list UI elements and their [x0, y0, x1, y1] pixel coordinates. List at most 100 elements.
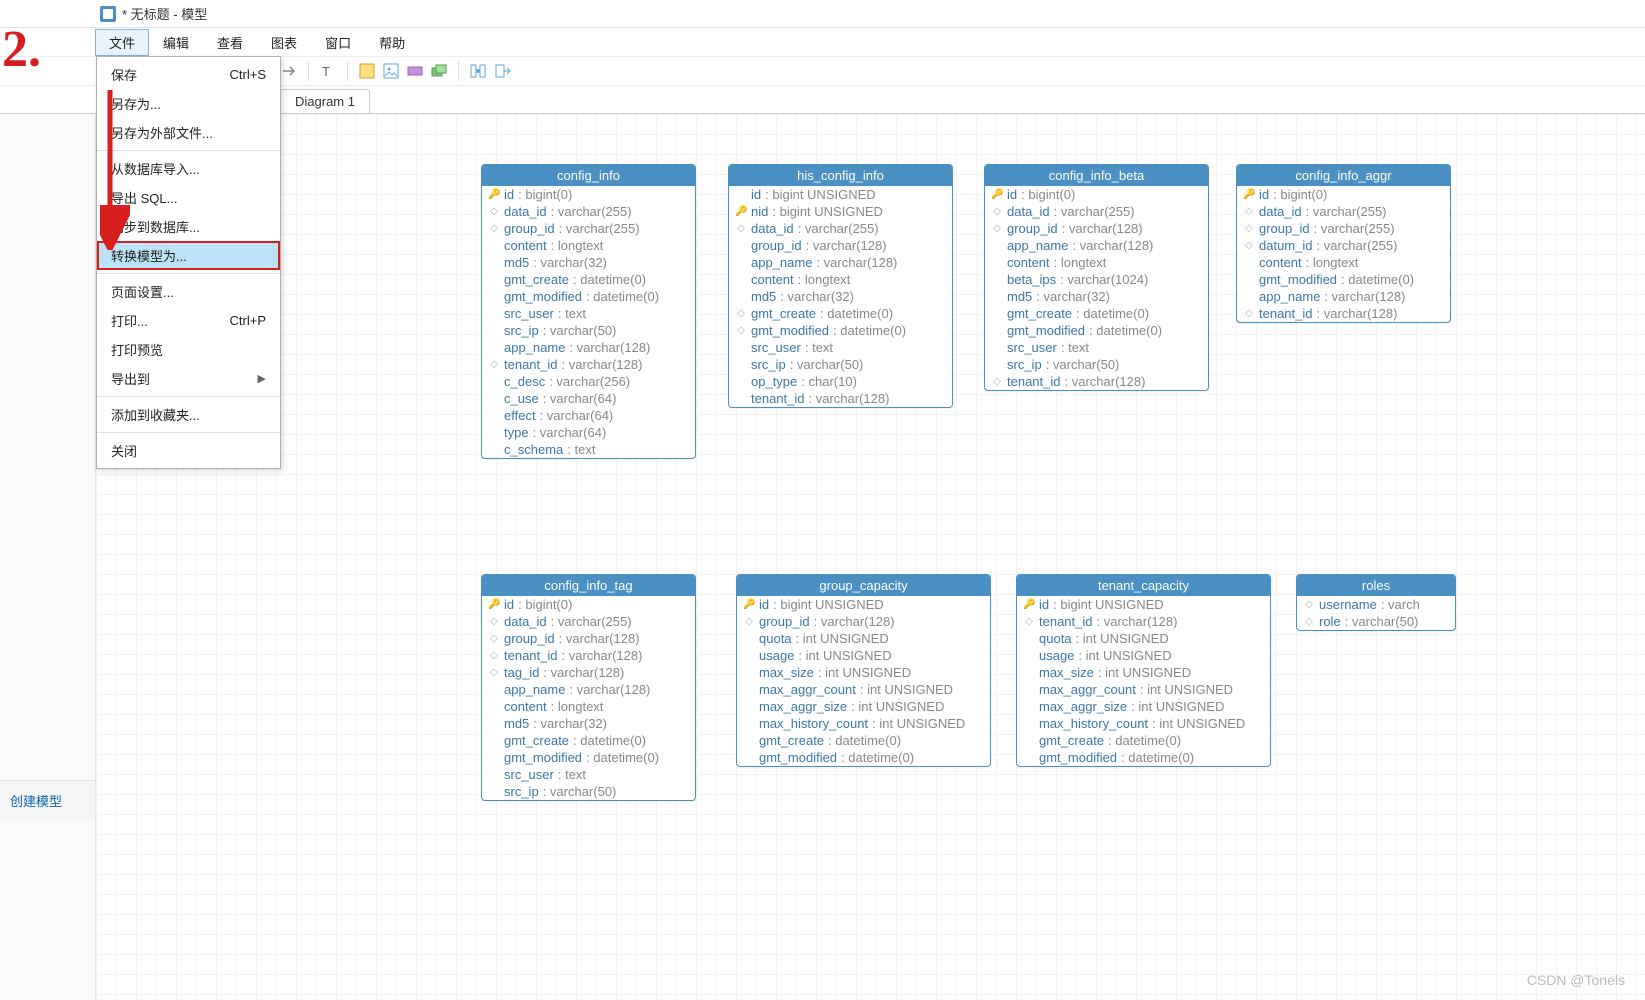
entity-field-row[interactable]: app_name: varchar(128) [482, 339, 695, 356]
entity-field-row[interactable]: ◇datum_id: varchar(255) [1237, 237, 1450, 254]
entity-field-row[interactable]: content: longtext [482, 698, 695, 715]
entity-field-row[interactable]: md5: varchar(32) [729, 288, 952, 305]
compare-icon[interactable] [469, 62, 487, 80]
entity-field-row[interactable]: 🔑id: bigint(0) [985, 186, 1208, 203]
entity-field-row[interactable]: src_ip: varchar(50) [985, 356, 1208, 373]
entity-field-row[interactable]: effect: varchar(64) [482, 407, 695, 424]
entity-field-row[interactable]: md5: varchar(32) [482, 254, 695, 271]
filemenu-item[interactable]: 页面设置... [97, 277, 280, 306]
filemenu-item[interactable]: 导出到▶ [97, 364, 280, 393]
entity-field-row[interactable]: md5: varchar(32) [482, 715, 695, 732]
entity-field-row[interactable]: max_size: int UNSIGNED [1017, 664, 1270, 681]
entity-his_config_info[interactable]: his_config_info id: bigint UNSIGNED🔑nid:… [728, 164, 953, 408]
menu-编辑[interactable]: 编辑 [149, 29, 203, 56]
entity-config_info_aggr[interactable]: config_info_aggr🔑id: bigint(0)◇data_id: … [1236, 164, 1451, 323]
entity-field-row[interactable]: ◇tenant_id: varchar(128) [985, 373, 1208, 390]
entity-field-row[interactable]: ◇group_id: varchar(128) [737, 613, 990, 630]
diagram-canvas[interactable]: CSDN @Tonels config_info🔑id: bigint(0)◇d… [96, 114, 1645, 1000]
entity-field-row[interactable]: ◇gmt_create: datetime(0) [729, 305, 952, 322]
entity-field-row[interactable]: 🔑id: bigint(0) [482, 596, 695, 613]
diagram-tab[interactable]: Diagram 1 [280, 89, 370, 113]
entity-field-row[interactable]: src_user: text [482, 305, 695, 322]
entity-field-row[interactable]: content: longtext [985, 254, 1208, 271]
entity-field-row[interactable]: max_size: int UNSIGNED [737, 664, 990, 681]
entity-field-row[interactable]: src_ip: varchar(50) [729, 356, 952, 373]
entity-field-row[interactable]: 🔑id: bigint(0) [482, 186, 695, 203]
entity-field-row[interactable]: ◇role: varchar(50) [1297, 613, 1455, 630]
menu-文件[interactable]: 文件 [95, 29, 149, 56]
entity-field-row[interactable]: 🔑nid: bigint UNSIGNED [729, 203, 952, 220]
entity-field-row[interactable]: ◇data_id: varchar(255) [985, 203, 1208, 220]
entity-field-row[interactable]: c_desc: varchar(256) [482, 373, 695, 390]
entity-field-row[interactable]: md5: varchar(32) [985, 288, 1208, 305]
entity-field-row[interactable]: c_use: varchar(64) [482, 390, 695, 407]
arrow-right-icon[interactable] [280, 62, 298, 80]
filemenu-item[interactable]: 关闭 [97, 436, 280, 465]
entity-field-row[interactable]: beta_ips: varchar(1024) [985, 271, 1208, 288]
entity-field-row[interactable]: max_history_count: int UNSIGNED [737, 715, 990, 732]
entity-field-row[interactable]: max_aggr_count: int UNSIGNED [737, 681, 990, 698]
entity-field-row[interactable]: gmt_modified: datetime(0) [1017, 749, 1270, 766]
entity-field-row[interactable]: gmt_create: datetime(0) [482, 271, 695, 288]
entity-field-row[interactable]: content: longtext [482, 237, 695, 254]
entity-field-row[interactable]: ◇group_id: varchar(255) [482, 220, 695, 237]
entity-field-row[interactable]: content: longtext [1237, 254, 1450, 271]
entity-field-row[interactable]: gmt_modified: datetime(0) [1237, 271, 1450, 288]
entity-field-row[interactable]: src_user: text [985, 339, 1208, 356]
entity-field-row[interactable]: gmt_create: datetime(0) [482, 732, 695, 749]
layer-icon[interactable] [430, 62, 448, 80]
filemenu-item[interactable]: 打印预览 [97, 335, 280, 364]
entity-field-row[interactable]: max_history_count: int UNSIGNED [1017, 715, 1270, 732]
shape-icon[interactable] [406, 62, 424, 80]
entity-config_info_tag[interactable]: config_info_tag🔑id: bigint(0)◇data_id: v… [481, 574, 696, 801]
entity-field-row[interactable]: ◇tenant_id: varchar(128) [482, 356, 695, 373]
entity-tenant_capacity[interactable]: tenant_capacity🔑id: bigint UNSIGNED◇tena… [1016, 574, 1271, 767]
entity-field-row[interactable]: src_ip: varchar(50) [482, 322, 695, 339]
entity-field-row[interactable]: ◇data_id: varchar(255) [482, 203, 695, 220]
entity-field-row[interactable]: quota: int UNSIGNED [737, 630, 990, 647]
entity-field-row[interactable]: gmt_create: datetime(0) [737, 732, 990, 749]
entity-field-row[interactable]: gmt_modified: datetime(0) [482, 749, 695, 766]
image-icon[interactable] [382, 62, 400, 80]
entity-field-row[interactable]: ◇tenant_id: varchar(128) [482, 647, 695, 664]
entity-field-row[interactable]: app_name: varchar(128) [985, 237, 1208, 254]
entity-field-row[interactable]: ◇tag_id: varchar(128) [482, 664, 695, 681]
entity-field-row[interactable]: max_aggr_size: int UNSIGNED [1017, 698, 1270, 715]
entity-field-row[interactable]: ◇group_id: varchar(255) [1237, 220, 1450, 237]
entity-field-row[interactable]: gmt_create: datetime(0) [1017, 732, 1270, 749]
entity-field-row[interactable]: src_ip: varchar(50) [482, 783, 695, 800]
filemenu-item[interactable]: 添加到收藏夹... [97, 400, 280, 429]
entity-field-row[interactable]: usage: int UNSIGNED [737, 647, 990, 664]
entity-field-row[interactable]: max_aggr_count: int UNSIGNED [1017, 681, 1270, 698]
text-tool-icon[interactable]: T [319, 62, 337, 80]
entity-field-row[interactable]: 🔑id: bigint UNSIGNED [737, 596, 990, 613]
entity-field-row[interactable]: gmt_modified: datetime(0) [737, 749, 990, 766]
entity-field-row[interactable]: quota: int UNSIGNED [1017, 630, 1270, 647]
entity-field-row[interactable]: gmt_create: datetime(0) [985, 305, 1208, 322]
entity-field-row[interactable]: max_aggr_size: int UNSIGNED [737, 698, 990, 715]
filemenu-item[interactable]: 保存Ctrl+S [97, 60, 280, 89]
menu-窗口[interactable]: 窗口 [311, 29, 365, 56]
menu-图表[interactable]: 图表 [257, 29, 311, 56]
entity-field-row[interactable]: app_name: varchar(128) [729, 254, 952, 271]
entity-field-row[interactable]: op_type: char(10) [729, 373, 952, 390]
entity-field-row[interactable]: ◇group_id: varchar(128) [482, 630, 695, 647]
entity-field-row[interactable]: src_user: text [482, 766, 695, 783]
entity-field-row[interactable]: 🔑id: bigint(0) [1237, 186, 1450, 203]
entity-field-row[interactable]: 🔑id: bigint UNSIGNED [1017, 596, 1270, 613]
entity-config_info[interactable]: config_info🔑id: bigint(0)◇data_id: varch… [481, 164, 696, 459]
entity-field-row[interactable]: ◇data_id: varchar(255) [729, 220, 952, 237]
entity-field-row[interactable]: content: longtext [729, 271, 952, 288]
entity-field-row[interactable]: tenant_id: varchar(128) [729, 390, 952, 407]
entity-field-row[interactable]: id: bigint UNSIGNED [729, 186, 952, 203]
entity-field-row[interactable]: app_name: varchar(128) [482, 681, 695, 698]
entity-field-row[interactable]: ◇username: varch [1297, 596, 1455, 613]
entity-field-row[interactable]: gmt_modified: datetime(0) [482, 288, 695, 305]
entity-config_info_beta[interactable]: config_info_beta🔑id: bigint(0)◇data_id: … [984, 164, 1209, 391]
entity-group_capacity[interactable]: group_capacity🔑id: bigint UNSIGNED◇group… [736, 574, 991, 767]
entity-field-row[interactable]: ◇tenant_id: varchar(128) [1017, 613, 1270, 630]
entity-field-row[interactable]: ◇data_id: varchar(255) [1237, 203, 1450, 220]
entity-field-row[interactable]: gmt_modified: datetime(0) [985, 322, 1208, 339]
entity-field-row[interactable]: type: varchar(64) [482, 424, 695, 441]
entity-field-row[interactable]: ◇data_id: varchar(255) [482, 613, 695, 630]
